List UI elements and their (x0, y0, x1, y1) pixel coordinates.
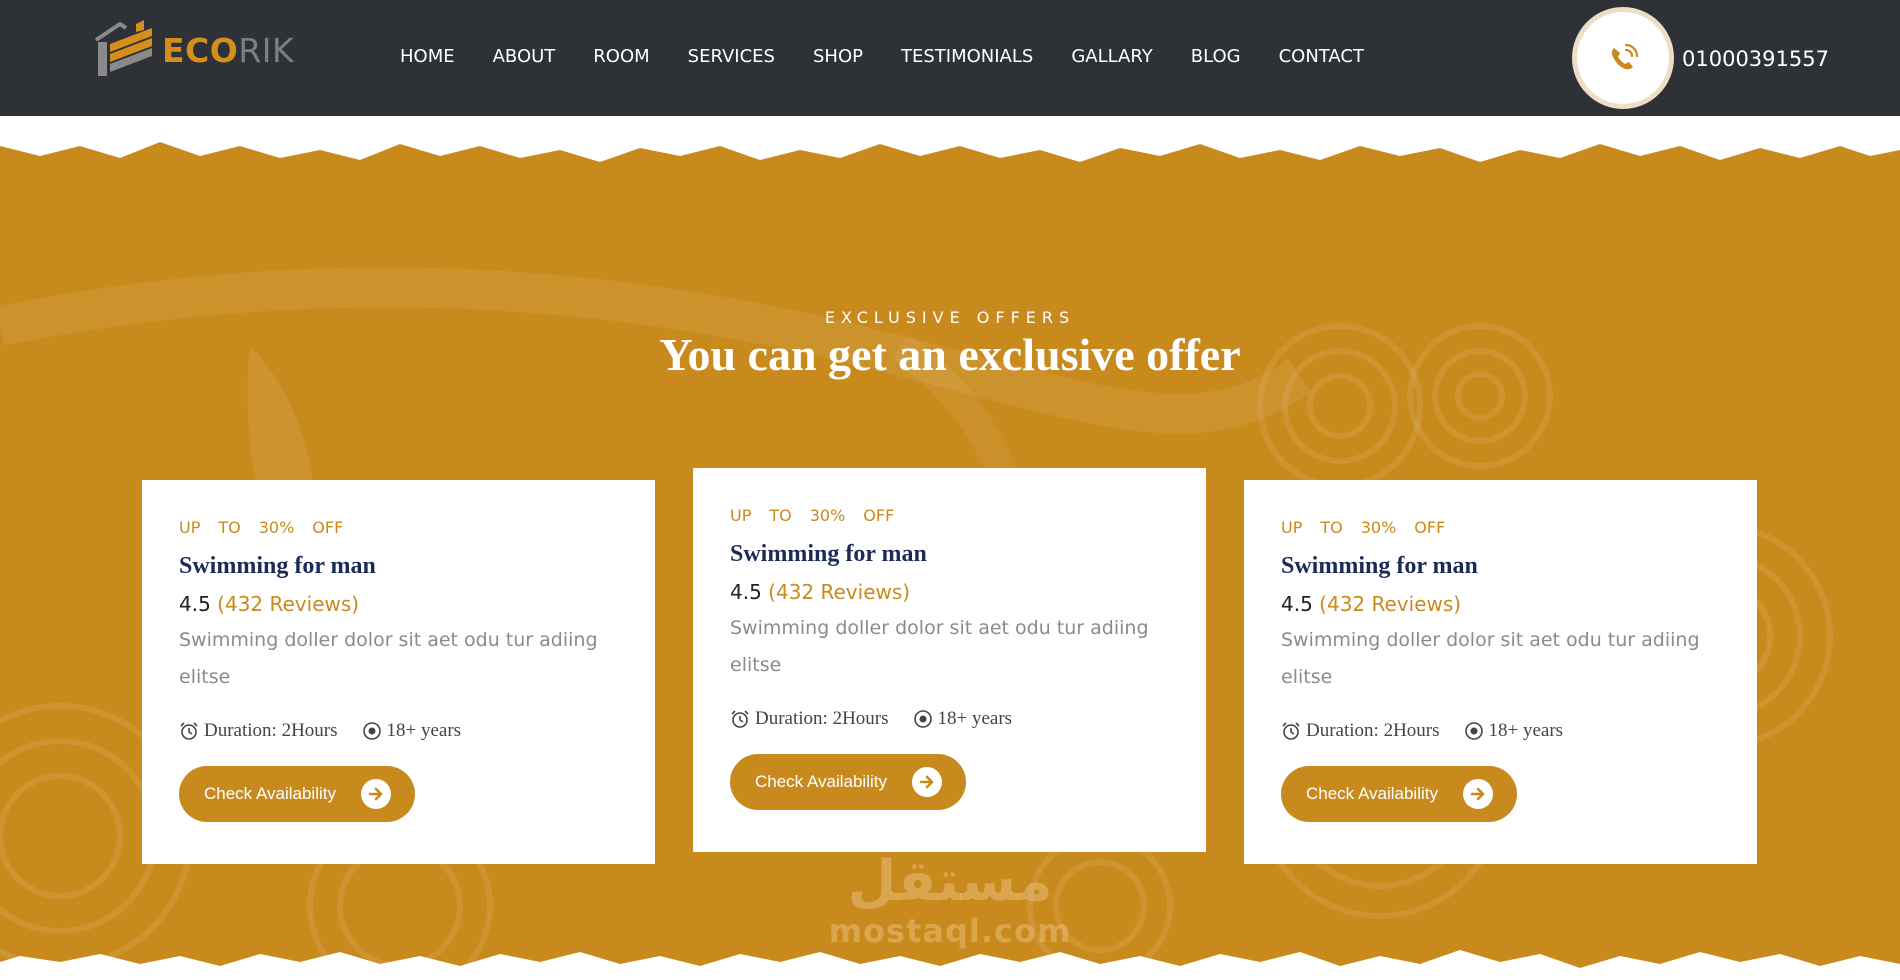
arrow-right-icon (361, 779, 391, 809)
target-dot-icon (1464, 722, 1483, 740)
arrow-right-icon (912, 767, 942, 797)
age-text: 18+ years (937, 708, 1013, 729)
offer-word: UP (1281, 518, 1303, 537)
review-count[interactable]: (432 Reviews) (1319, 592, 1461, 616)
card-title: Swimming for man (730, 541, 927, 567)
card-description: Swimming doller dolor sit aet odu tur ad… (179, 629, 598, 688)
card-meta: Duration: 2Hours 18+ years (179, 720, 618, 742)
age-item: 18+ years (913, 708, 1013, 730)
button-label: Check Availability (1306, 784, 1438, 803)
target-dot-icon (362, 722, 381, 740)
arrow-right-icon (1463, 779, 1493, 809)
phone-ring-icon (1611, 43, 1639, 70)
alarm-clock-icon (731, 710, 749, 728)
logo-text: ECORIK (162, 31, 294, 70)
card-rating: 4.5 (432 Reviews) (1281, 592, 1720, 616)
torn-paper-top (0, 116, 1900, 162)
offer-word: 30% (809, 506, 846, 525)
duration-text: Duration: 2Hours (204, 720, 338, 741)
duration-item: Duration: 2Hours (1281, 720, 1440, 742)
review-count[interactable]: (432 Reviews) (217, 592, 359, 616)
offer-word: OFF (312, 518, 344, 537)
target-dot-icon (913, 710, 932, 728)
button-label: Check Availability (204, 784, 336, 803)
offer-card: UP TO 30% OFF Swimming for man 4.5 (432 … (1244, 480, 1757, 864)
duration-text: Duration: 2Hours (1306, 720, 1440, 741)
card-description: Swimming doller dolor sit aet odu tur ad… (1281, 629, 1700, 688)
rating-value: 4.5 (1281, 592, 1313, 616)
watermark: مستقل mostaql.com (0, 849, 1900, 951)
nav-blog[interactable]: BLOG (1191, 46, 1241, 67)
offer-word: UP (730, 506, 752, 525)
nav-about[interactable]: ABOUT (493, 46, 556, 67)
button-label: Check Availability (755, 772, 887, 791)
watermark-arabic: مستقل (847, 849, 1053, 914)
age-text: 18+ years (386, 720, 462, 741)
check-availability-button[interactable]: Check Availability (179, 766, 415, 822)
offer-label: UP TO 30% OFF (730, 506, 1169, 525)
nav-testimonials[interactable]: TESTIMONIALS (901, 46, 1033, 67)
logo-text-part1: ECO (162, 30, 239, 70)
main-nav: HOME ABOUT ROOM SERVICES SHOP TESTIMONIA… (400, 46, 1364, 67)
offer-label: UP TO 30% OFF (1281, 518, 1720, 537)
duration-item: Duration: 2Hours (179, 720, 338, 742)
offer-card: UP TO 30% OFF Swimming for man 4.5 (432 … (142, 480, 655, 864)
torn-paper-bottom (0, 950, 1900, 980)
offer-word: OFF (1414, 518, 1446, 537)
offer-card: UP TO 30% OFF Swimming for man 4.5 (432 … (693, 468, 1206, 852)
age-text: 18+ years (1488, 720, 1564, 741)
check-availability-button[interactable]: Check Availability (730, 754, 966, 810)
alarm-clock-icon (180, 722, 198, 740)
phone-call-button[interactable] (1572, 7, 1674, 109)
card-rating: 4.5 (432 Reviews) (730, 580, 1169, 604)
duration-item: Duration: 2Hours (730, 708, 889, 730)
offer-word: 30% (258, 518, 295, 537)
card-description: Swimming doller dolor sit aet odu tur ad… (730, 617, 1149, 676)
card-meta: Duration: 2Hours 18+ years (1281, 720, 1720, 742)
offer-word: 30% (1360, 518, 1397, 537)
nav-gallary[interactable]: GALLARY (1071, 46, 1152, 67)
section-kicker: EXCLUSIVE OFFERS (824, 308, 1076, 327)
nav-contact[interactable]: CONTACT (1279, 46, 1364, 67)
card-title: Swimming for man (1281, 553, 1478, 579)
rating-value: 4.5 (730, 580, 762, 604)
offer-word: TO (218, 518, 241, 537)
logo-house-icon (94, 20, 152, 76)
logo[interactable]: ECORIK (92, 20, 294, 80)
nav-shop[interactable]: SHOP (813, 46, 863, 67)
card-rating: 4.5 (432 Reviews) (179, 592, 618, 616)
phone-number[interactable]: 01000391557 (1682, 47, 1829, 71)
check-availability-button[interactable]: Check Availability (1281, 766, 1517, 822)
nav-room[interactable]: ROOM (593, 46, 649, 67)
offer-word: TO (769, 506, 792, 525)
alarm-clock-icon (1282, 722, 1300, 740)
duration-text: Duration: 2Hours (755, 708, 889, 729)
review-count[interactable]: (432 Reviews) (768, 580, 910, 604)
logo-text-part2: RIK (238, 30, 295, 70)
offer-word: TO (1320, 518, 1343, 537)
offer-word: OFF (863, 506, 895, 525)
nav-home[interactable]: HOME (400, 46, 455, 67)
age-item: 18+ years (1464, 720, 1564, 742)
age-item: 18+ years (362, 720, 462, 742)
site-header: ECORIK HOME ABOUT ROOM SERVICES SHOP TES… (0, 0, 1900, 116)
rating-value: 4.5 (179, 592, 211, 616)
section-headline: You can get an exclusive offer (659, 329, 1241, 380)
nav-services[interactable]: SERVICES (688, 46, 775, 67)
card-meta: Duration: 2Hours 18+ years (730, 708, 1169, 730)
offer-word: UP (179, 518, 201, 537)
offers-section: EXCLUSIVE OFFERS You can get an exclusiv… (0, 116, 1900, 980)
offer-label: UP TO 30% OFF (179, 518, 618, 537)
card-title: Swimming for man (179, 553, 376, 579)
